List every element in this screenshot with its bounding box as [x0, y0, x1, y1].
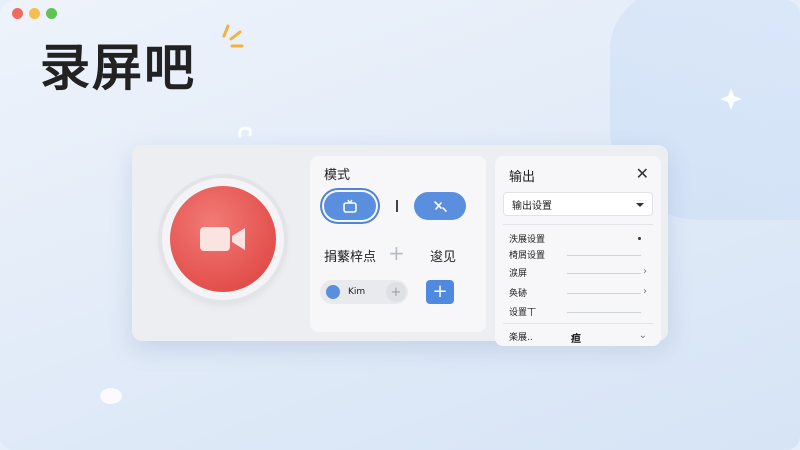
avatar: [326, 285, 340, 299]
mode-row-label-2: 逡见: [430, 250, 457, 265]
close-icon[interactable]: ✕: [636, 164, 649, 183]
mode-panel: 模式 捐蘩梓点 + 逡见 Kim + +: [310, 156, 486, 332]
caret-down-icon: [636, 203, 644, 207]
output-settings-select[interactable]: 输出设置: [503, 192, 653, 216]
setting-slider-track: [567, 255, 641, 256]
chevron-right-icon: ›: [643, 286, 647, 297]
footer-label: 楽展..: [509, 333, 533, 343]
bubble-decoration: [100, 388, 122, 404]
output-panel: 输出 ✕ 输出设置 泆展设置 椅屑设置 涙屏 › 奂硛 › 设置丅 楽展.. 疸…: [495, 156, 661, 346]
record-button-ring: [162, 178, 284, 300]
mode-label: 模式: [324, 168, 351, 183]
setting-slider-track: [567, 293, 641, 294]
mode-row-label-1: 捐蘩梓点: [324, 250, 377, 265]
user-chip-label: Kim: [348, 287, 366, 297]
chevron-down-icon: ⌄: [638, 330, 647, 341]
window-controls: [12, 8, 57, 19]
dot-icon: [638, 237, 641, 240]
setting-row[interactable]: 泆展设置: [509, 232, 649, 246]
setting-slider-track: [567, 273, 641, 274]
mode-divider: [396, 200, 398, 212]
divider: [503, 323, 653, 324]
setting-row[interactable]: 椅屑设置: [509, 248, 649, 262]
setting-label: 泆展设置: [509, 235, 546, 245]
app-window: 录屏吧 模式 捐蘩梓点 + 逡见 Kim + + 输出 ✕ 输出设置 泆展设置 …: [0, 0, 800, 450]
add-button[interactable]: +: [426, 280, 454, 304]
footer-setting-row[interactable]: 楽展.. 疸 ⌄: [509, 330, 649, 346]
sparkle-icon: [222, 24, 244, 48]
star-icon: [720, 88, 742, 110]
swirl-icon: [238, 126, 252, 138]
window-close-button[interactable]: [12, 8, 23, 19]
setting-label: 奂硛: [509, 289, 528, 299]
window-minimize-button[interactable]: [29, 8, 40, 19]
mode-row-plus[interactable]: +: [388, 243, 405, 263]
tv-icon: [343, 199, 357, 213]
footer-value: 疸: [571, 334, 581, 345]
output-title: 输出: [509, 170, 536, 185]
mode-region-button[interactable]: [414, 192, 466, 220]
scissors-icon: [434, 201, 447, 212]
setting-row[interactable]: 涙屏 ›: [509, 266, 649, 280]
setting-label: 椅屑设置: [509, 251, 546, 261]
setting-row[interactable]: 设置丅: [509, 305, 649, 319]
chip-add-button[interactable]: +: [386, 282, 406, 302]
mode-screen-button[interactable]: [324, 192, 376, 220]
chevron-right-icon: ›: [643, 266, 647, 277]
video-camera-icon: [200, 227, 245, 251]
setting-row[interactable]: 奂硛 ›: [509, 286, 649, 300]
setting-label: 设置丅: [509, 308, 537, 318]
select-value: 输出设置: [512, 200, 552, 212]
setting-slider-track: [567, 312, 641, 313]
record-button[interactable]: [170, 186, 276, 292]
user-chip[interactable]: Kim +: [320, 280, 408, 304]
window-zoom-button[interactable]: [46, 8, 57, 19]
setting-label: 涙屏: [509, 269, 528, 279]
divider: [503, 224, 653, 225]
app-title: 录屏吧: [40, 39, 196, 97]
